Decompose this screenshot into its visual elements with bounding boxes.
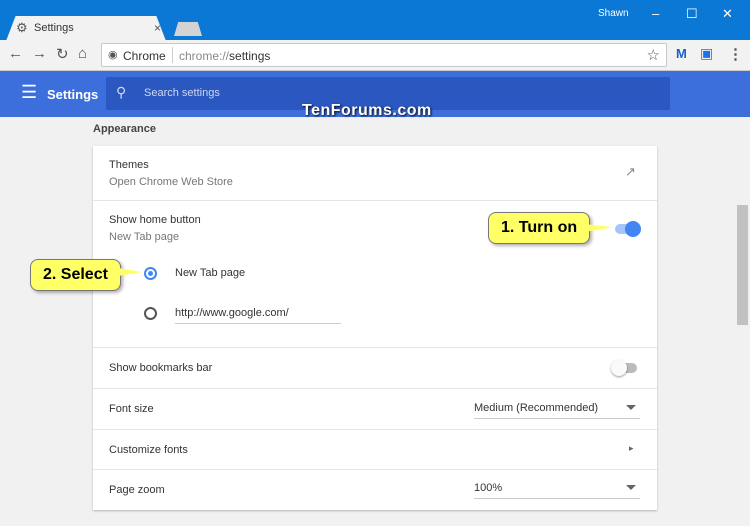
font-size-select[interactable]: Medium (Recommended) (474, 399, 640, 419)
chevron-right-icon: ▸ (629, 443, 634, 453)
customize-fonts-row[interactable]: Customize fonts ▸ (93, 429, 657, 469)
page-title: Settings (47, 87, 99, 102)
gear-icon: ⚙ (16, 20, 28, 35)
malwarebytes-extension-icon[interactable]: M (676, 46, 687, 61)
themes-row[interactable]: Themes Open Chrome Web Store ↗ (93, 146, 657, 200)
home-icon[interactable]: ⌂ (78, 45, 87, 62)
bookmarks-label: Show bookmarks bar (109, 362, 213, 374)
radio-custom-url[interactable] (144, 307, 157, 320)
themes-label: Themes (109, 159, 149, 171)
themes-sub: Open Chrome Web Store (109, 176, 233, 188)
page-zoom-row: Page zoom 100% (93, 469, 657, 510)
new-tab-button[interactable] (174, 22, 202, 36)
url-scheme: chrome:// (179, 49, 230, 63)
close-button[interactable]: ✕ (722, 6, 733, 22)
home-label: Show home button (109, 214, 201, 226)
callout-select: 2. Select (30, 259, 121, 291)
radio-new-tab[interactable] (144, 267, 157, 280)
radio-new-tab-label: New Tab page (175, 267, 246, 279)
address-bar[interactable]: ◉ Chrome chrome://settings ☆ (101, 43, 667, 67)
dropdown-icon (626, 405, 636, 410)
customize-fonts-label: Customize fonts (109, 444, 188, 456)
back-icon[interactable]: ← (8, 45, 23, 62)
callout-turn-on: 1. Turn on (488, 212, 591, 244)
minimize-button[interactable]: – (652, 6, 659, 21)
custom-url-input[interactable]: http://www.google.com/ (175, 307, 341, 324)
bookmarks-toggle[interactable] (611, 360, 637, 376)
reload-icon[interactable]: ↻ (56, 45, 69, 63)
url-path: settings (229, 49, 271, 63)
page-zoom-label: Page zoom (109, 484, 165, 496)
site-chip: Chrome (123, 49, 166, 63)
home-button-toggle[interactable] (615, 221, 641, 237)
home-sub: New Tab page (109, 231, 180, 243)
hamburger-menu-icon[interactable]: ☰ (21, 82, 37, 103)
font-size-label: Font size (109, 403, 154, 415)
forward-icon[interactable]: → (32, 45, 47, 62)
font-size-row: Font size Medium (Recommended) (93, 388, 657, 429)
star-icon[interactable]: ☆ (647, 46, 660, 64)
search-placeholder: Search settings (144, 87, 220, 99)
tab-settings[interactable]: ⚙ Settings × (6, 16, 166, 41)
section-heading: Appearance (93, 123, 156, 135)
scrollbar[interactable] (735, 117, 750, 526)
search-icon: ⚲ (116, 84, 127, 100)
menu-icon[interactable]: ⋮ (728, 45, 743, 63)
bookmarks-row: Show bookmarks bar (93, 347, 657, 388)
profile-name[interactable]: Shawn (598, 8, 629, 19)
chrome-icon: ◉ (108, 49, 118, 61)
watermark: TenForums.com (302, 102, 432, 119)
extension-icon[interactable]: ▣ (700, 45, 713, 62)
appearance-card: Themes Open Chrome Web Store ↗ Show home… (93, 146, 657, 510)
external-link-icon[interactable]: ↗ (625, 164, 636, 180)
tab-title: Settings (34, 22, 74, 34)
scrollbar-thumb[interactable] (737, 205, 748, 325)
dropdown-icon (626, 485, 636, 490)
page-zoom-select[interactable]: 100% (474, 479, 640, 499)
maximize-button[interactable]: ☐ (686, 6, 698, 22)
